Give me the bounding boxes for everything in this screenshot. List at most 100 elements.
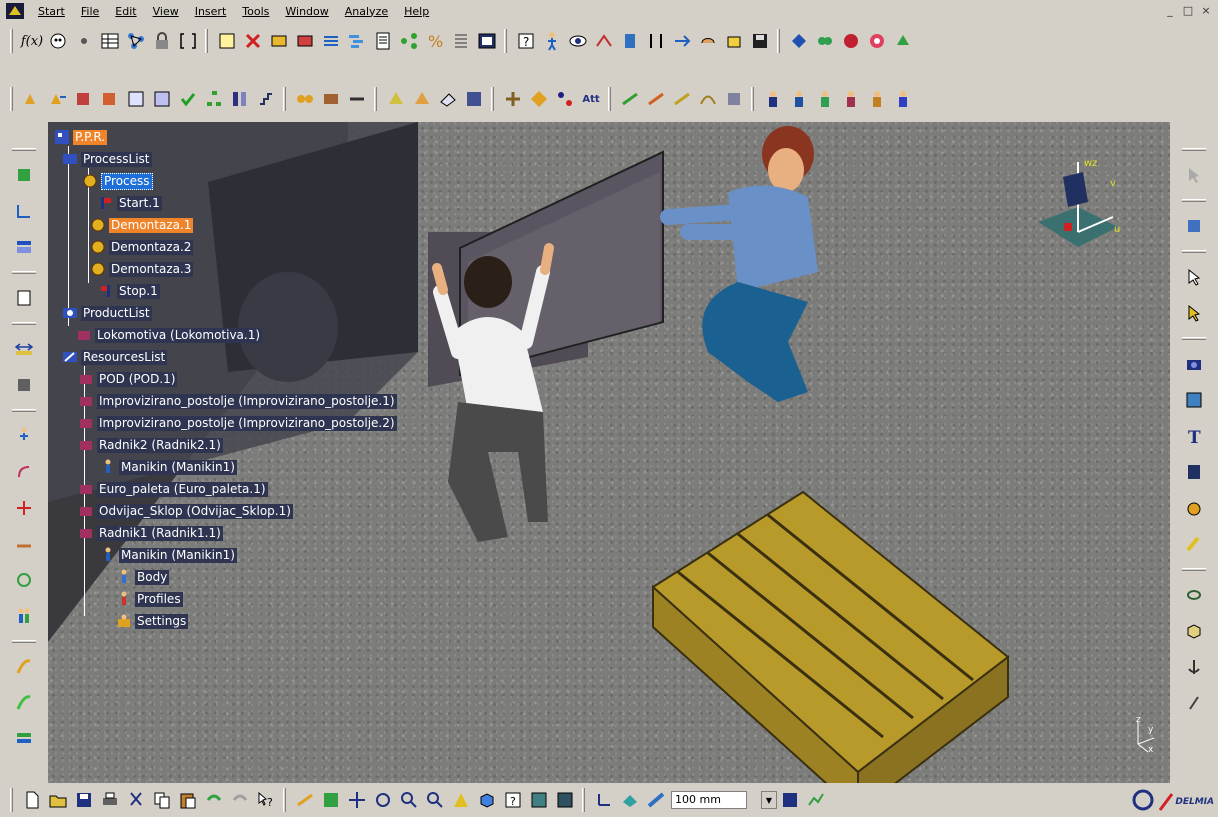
worker-pick-icon[interactable] [813,87,837,111]
tree-node-demontaza-1[interactable]: Demontaza.1 [90,216,194,234]
walk-icon[interactable] [670,29,694,53]
fly-icon[interactable] [293,788,317,812]
anchor-icon[interactable] [1182,655,1206,679]
toolbar-grip[interactable] [12,409,36,412]
axis-system-icon[interactable] [592,788,616,812]
tree-node-start[interactable]: Start.1 [98,194,162,212]
simulation-icon[interactable] [1132,789,1154,815]
tree-node-processlist[interactable]: ProcessList [62,150,152,168]
cube-icon[interactable] [1182,619,1206,643]
swap-visible-icon[interactable] [553,788,577,812]
undo-icon[interactable] [202,788,226,812]
toolbar-grip[interactable] [10,87,13,111]
clash-icon[interactable] [787,29,811,53]
menu-start[interactable]: Start [30,5,73,18]
catalog-icon[interactable] [12,286,36,310]
help-icon[interactable]: ? [514,29,538,53]
tree-node-profiles[interactable]: Profiles [116,590,183,608]
step-icon[interactable] [254,87,278,111]
toolbar-grip[interactable] [12,640,36,643]
menu-window[interactable]: Window [277,5,336,18]
fit-all-icon[interactable] [319,788,343,812]
teach-icon[interactable] [1182,214,1206,238]
grab-icon[interactable] [696,29,720,53]
worker-icon[interactable] [761,87,785,111]
sequence-icon[interactable] [293,87,317,111]
minimize-button[interactable]: _ [1162,4,1178,18]
measure-icon[interactable] [462,87,486,111]
toolbar-grip[interactable] [12,148,36,151]
toolbar-grip[interactable] [10,29,13,53]
tree-node-settings[interactable]: Settings [116,612,189,630]
product-icon[interactable] [12,163,36,187]
tree-node-manikin-1[interactable]: Manikin (Manikin1) [100,546,237,564]
constraint-icon[interactable] [644,29,668,53]
paste-icon[interactable] [176,788,200,812]
toolbar-grip[interactable] [491,87,494,111]
place-icon[interactable] [722,29,746,53]
normal-view-icon[interactable] [449,788,473,812]
percent-icon[interactable]: % [423,29,447,53]
cut-icon[interactable] [124,788,148,812]
compass-widget[interactable]: w z v u [1028,152,1128,262]
paperclip-icon[interactable] [1182,691,1206,715]
assign-product-icon[interactable] [72,87,96,111]
resource-link-icon[interactable] [46,87,70,111]
bullet-icon[interactable] [72,29,96,53]
tree-node-demontaza-3[interactable]: Demontaza.3 [90,260,194,278]
hide-show-icon[interactable] [527,788,551,812]
select-disabled-icon[interactable] [1182,163,1206,187]
kinematics-icon[interactable] [501,87,525,111]
menu-analyze[interactable]: Analyze [337,5,396,18]
menu-file[interactable]: File [73,5,107,18]
point-icon[interactable] [553,87,577,111]
toolbar-grip[interactable] [12,271,36,274]
check-icon[interactable] [176,87,200,111]
toolbar-grip[interactable] [283,87,286,111]
snap-icon[interactable] [644,87,668,111]
knowledge-advisor-icon[interactable] [46,29,70,53]
toolbar-grip[interactable] [504,29,507,53]
copy-icon[interactable] [150,788,174,812]
toolbar-grip[interactable] [582,788,585,812]
toolbar-grip[interactable] [374,87,377,111]
collision-icon[interactable] [384,87,408,111]
tree-node-pod[interactable]: POD (POD.1) [78,370,178,388]
3d-viewport[interactable]: P.P.R. ProcessList Process Start.1 Demon… [48,122,1170,783]
assign-resource-icon[interactable] [98,87,122,111]
toolbar-grip[interactable] [1182,250,1206,253]
flag-icon[interactable] [12,235,36,259]
manikin-reach-icon[interactable] [12,460,36,484]
tree-node-demontaza-2[interactable]: Demontaza.2 [90,238,194,256]
open-icon[interactable] [46,788,70,812]
camera-icon[interactable] [1182,352,1206,376]
text-icon[interactable]: T [1182,424,1206,448]
manikin-replay-icon[interactable] [12,568,36,592]
manikin-icon[interactable] [540,29,564,53]
resource-flow-icon[interactable] [345,87,369,111]
tree-node-resourceslist[interactable]: ResourcesList [62,348,168,366]
frame-icon[interactable] [475,29,499,53]
posture-icon[interactable] [618,29,642,53]
tree-node-postolje-1[interactable]: Improvizirano_postolje (Improvizirano_po… [78,392,397,410]
worker-place-icon[interactable] [839,87,863,111]
align-icon[interactable] [670,87,694,111]
tree-node-euro-paleta[interactable]: Euro_paleta (Euro_paleta.1) [78,480,268,498]
link-left-icon[interactable] [12,655,36,679]
network-icon[interactable] [124,29,148,53]
lift-icon[interactable] [865,29,889,53]
document-icon[interactable] [371,29,395,53]
manikin-posture-icon[interactable] [12,424,36,448]
select-icon[interactable] [1182,265,1206,289]
worker-move-icon[interactable] [865,87,889,111]
restore-button[interactable]: □ [1180,4,1196,18]
toolbar-grip[interactable] [1182,337,1206,340]
tree-node-manikin-2[interactable]: Manikin (Manikin1) [100,458,237,476]
grid-icon[interactable] [644,788,668,812]
ruler-icon[interactable] [12,337,36,361]
resource-icon[interactable] [20,87,44,111]
tree-node-radnik1[interactable]: Radnik1 (Radnik1.1) [78,524,223,542]
tree-expand-icon[interactable] [12,199,36,223]
toolbar-grip[interactable] [12,322,36,325]
push-pull-icon[interactable] [891,29,915,53]
